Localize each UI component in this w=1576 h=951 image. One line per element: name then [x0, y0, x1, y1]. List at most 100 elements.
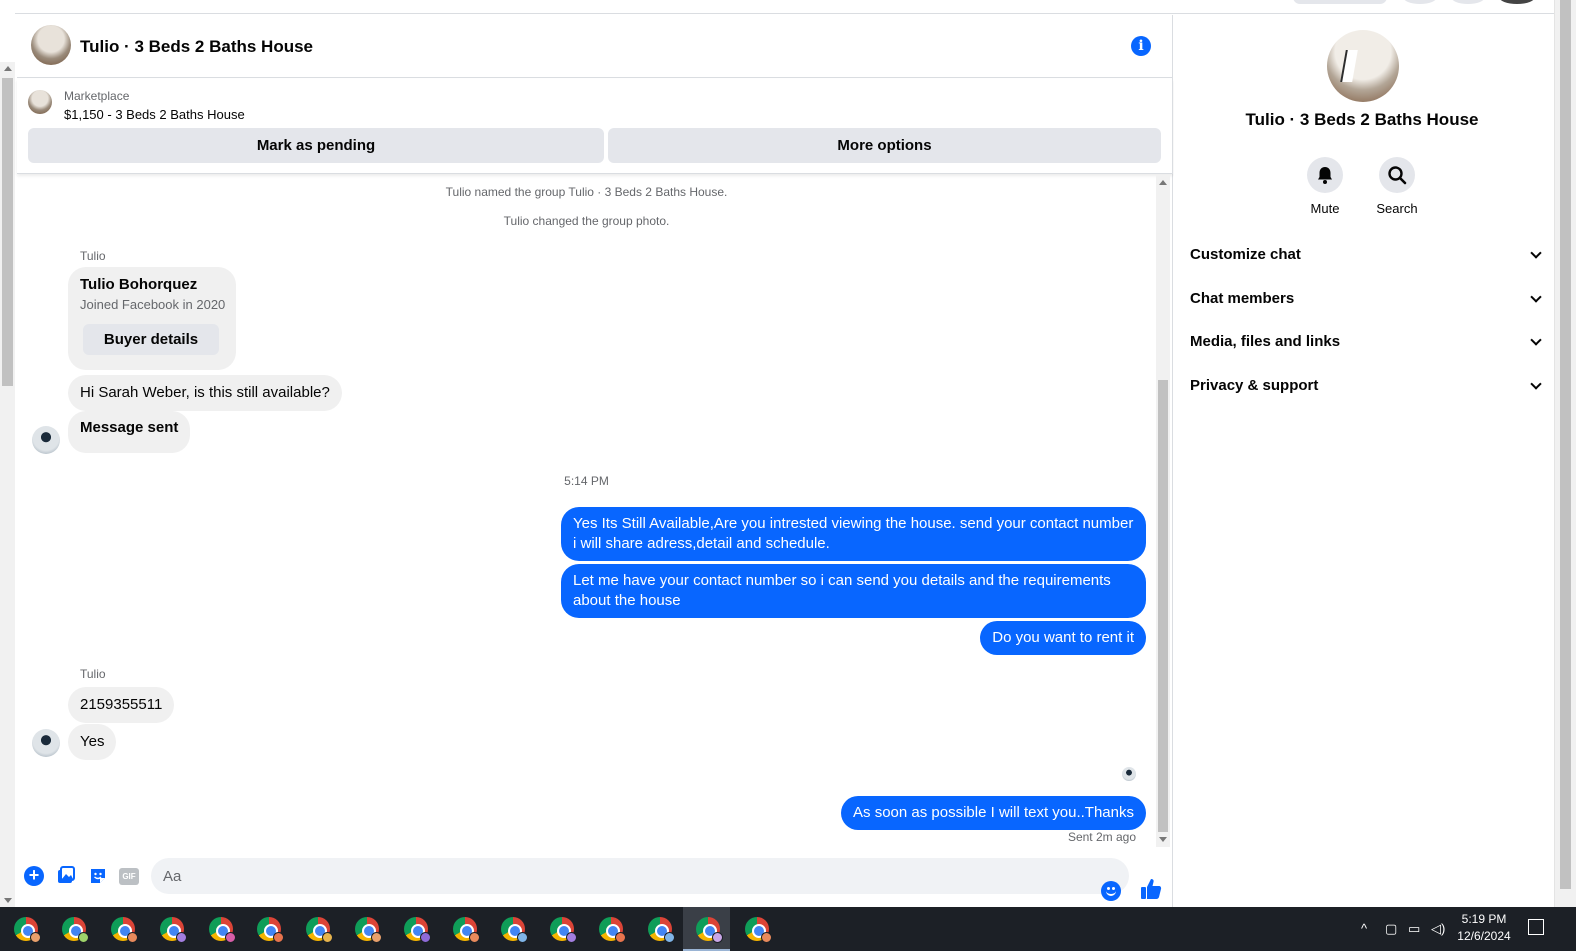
top-nav-icon[interactable]	[1403, 0, 1437, 4]
message-scrollbar[interactable]	[1156, 175, 1170, 847]
chrome-icon[interactable]	[62, 917, 89, 943]
gif-icon[interactable]: GIF	[119, 868, 139, 885]
section-customize-chat[interactable]: Customize chat	[1190, 246, 1542, 270]
chat-pane: Tulio · 3 Beds 2 Baths House i Marketpla…	[17, 15, 1173, 907]
section-label: Customize chat	[1190, 246, 1301, 263]
scroll-thumb[interactable]	[2, 78, 13, 386]
chrome-icon[interactable]	[257, 917, 284, 943]
network-icon[interactable]: ▭	[1408, 921, 1420, 937]
message-input[interactable]	[151, 858, 1129, 894]
chat-title[interactable]: Tulio · 3 Beds 2 Baths House	[80, 37, 313, 57]
account-avatar[interactable]	[1499, 0, 1535, 4]
buyer-card: Tulio Bohorquez Joined Facebook in 2020 …	[68, 267, 236, 370]
system-clock[interactable]: 5:19 PM 12/6/2024	[1449, 911, 1519, 945]
search-action[interactable]: Search	[1367, 157, 1427, 216]
page-scrollbar-right[interactable]	[1554, 0, 1576, 907]
emoji-icon[interactable]	[1101, 881, 1121, 901]
chrome-icon[interactable]	[404, 917, 431, 943]
buyer-name[interactable]: Tulio Bohorquez	[80, 276, 197, 293]
system-note: Tulio named the group Tulio · 3 Beds 2 B…	[445, 185, 728, 199]
section-chat-members[interactable]: Chat members	[1190, 290, 1542, 314]
mark-as-pending-button[interactable]: Mark as pending	[28, 128, 604, 163]
bell-icon[interactable]	[1307, 157, 1343, 193]
top-nav-button[interactable]	[1293, 0, 1387, 4]
chevron-down-icon	[1530, 378, 1542, 390]
chrome-icon[interactable]	[550, 917, 577, 943]
more-options-button[interactable]: More options	[608, 128, 1161, 163]
top-nav-strip	[15, 0, 1555, 14]
search-icon[interactable]	[1379, 157, 1415, 193]
seen-avatar	[1122, 767, 1136, 781]
scroll-up-arrow-icon[interactable]	[1159, 180, 1167, 185]
group-photo[interactable]	[1327, 30, 1399, 102]
incoming-message[interactable]: 2159355511	[68, 687, 175, 723]
search-label: Search	[1376, 201, 1418, 216]
system-note: Tulio changed the group photo.	[503, 214, 670, 228]
profile-badge-icon	[517, 932, 528, 943]
buyer-joined-text: Joined Facebook in 2020	[80, 297, 226, 312]
scroll-down-arrow-icon[interactable]	[4, 898, 12, 903]
chrome-icon[interactable]	[160, 917, 187, 943]
profile-badge-icon	[127, 932, 138, 943]
info-icon[interactable]: i	[1131, 36, 1151, 56]
profile-badge-icon	[78, 932, 89, 943]
profile-badge-icon	[273, 932, 284, 943]
chrome-icon[interactable]	[111, 917, 138, 943]
profile-badge-icon	[664, 932, 675, 943]
sender-avatar[interactable]	[32, 729, 60, 757]
chrome-icon[interactable]	[745, 917, 772, 943]
chrome-icon[interactable]	[648, 917, 675, 943]
windows-taskbar: ^ ▢ ▭ ◁) 5:19 PM 12/6/2024	[0, 907, 1576, 951]
incoming-message[interactable]: Yes	[68, 724, 117, 760]
sender-avatar[interactable]	[32, 426, 60, 454]
attach-photo-icon[interactable]	[56, 866, 76, 886]
profile-badge-icon	[469, 932, 480, 943]
plus-icon[interactable]: +	[24, 866, 44, 886]
outgoing-message[interactable]: Do you want to rent it	[980, 621, 1146, 655]
chevron-down-icon	[1530, 291, 1542, 303]
buyer-details-button[interactable]: Buyer details	[83, 324, 219, 355]
chrome-icon[interactable]	[599, 917, 626, 943]
scroll-thumb[interactable]	[1560, 0, 1571, 889]
clock-date: 12/6/2024	[1457, 929, 1511, 943]
scroll-thumb[interactable]	[1158, 380, 1168, 832]
message-list: Tulio named the group Tulio · 3 Beds 2 B…	[17, 175, 1173, 847]
top-nav-icon[interactable]	[1451, 0, 1485, 4]
listing-thumbnail[interactable]	[28, 90, 52, 114]
marketplace-label: Marketplace	[64, 89, 130, 103]
profile-badge-icon	[176, 932, 187, 943]
profile-badge-icon	[615, 932, 626, 943]
section-privacy-support[interactable]: Privacy & support	[1190, 377, 1542, 401]
chrome-icon[interactable]	[501, 917, 528, 943]
profile-badge-icon	[761, 932, 772, 943]
scroll-up-arrow-icon[interactable]	[4, 66, 12, 71]
chrome-icon[interactable]	[696, 917, 723, 943]
scroll-down-arrow-icon[interactable]	[1159, 837, 1167, 842]
mute-action[interactable]: Mute	[1295, 157, 1355, 216]
chrome-icon[interactable]	[209, 917, 236, 943]
chrome-icon[interactable]	[453, 917, 480, 943]
chrome-icon[interactable]	[14, 917, 41, 943]
page-scrollbar-left[interactable]	[0, 62, 15, 907]
group-avatar[interactable]	[31, 25, 71, 65]
profile-badge-icon	[225, 932, 236, 943]
notification-center-icon[interactable]	[1528, 919, 1544, 935]
chrome-icon[interactable]	[355, 917, 382, 943]
outgoing-message[interactable]: As soon as possible I will text you..Tha…	[841, 796, 1146, 830]
profile-badge-icon	[420, 932, 431, 943]
thumbs-up-icon[interactable]	[1140, 877, 1162, 901]
meeting-icon[interactable]: ▢	[1385, 921, 1397, 937]
incoming-message[interactable]: Message sent	[68, 411, 191, 453]
outgoing-message[interactable]: Let me have your contact number so i can…	[561, 564, 1146, 618]
volume-icon[interactable]: ◁)	[1431, 921, 1445, 937]
listing-title[interactable]: $1,150 - 3 Beds 2 Baths House	[64, 107, 245, 122]
sticker-icon[interactable]	[88, 866, 108, 886]
outgoing-message[interactable]: Yes Its Still Available,Are you intreste…	[561, 507, 1146, 561]
incoming-message[interactable]: Hi Sarah Weber, is this still available?	[68, 375, 342, 411]
profile-badge-icon	[371, 932, 382, 943]
details-title: Tulio · 3 Beds 2 Baths House	[1245, 110, 1479, 129]
chrome-icon[interactable]	[306, 917, 333, 943]
show-hidden-icons-chevron-icon[interactable]: ^	[1361, 921, 1367, 936]
section-media-files-links[interactable]: Media, files and links	[1190, 333, 1542, 357]
profile-badge-icon	[712, 932, 723, 943]
